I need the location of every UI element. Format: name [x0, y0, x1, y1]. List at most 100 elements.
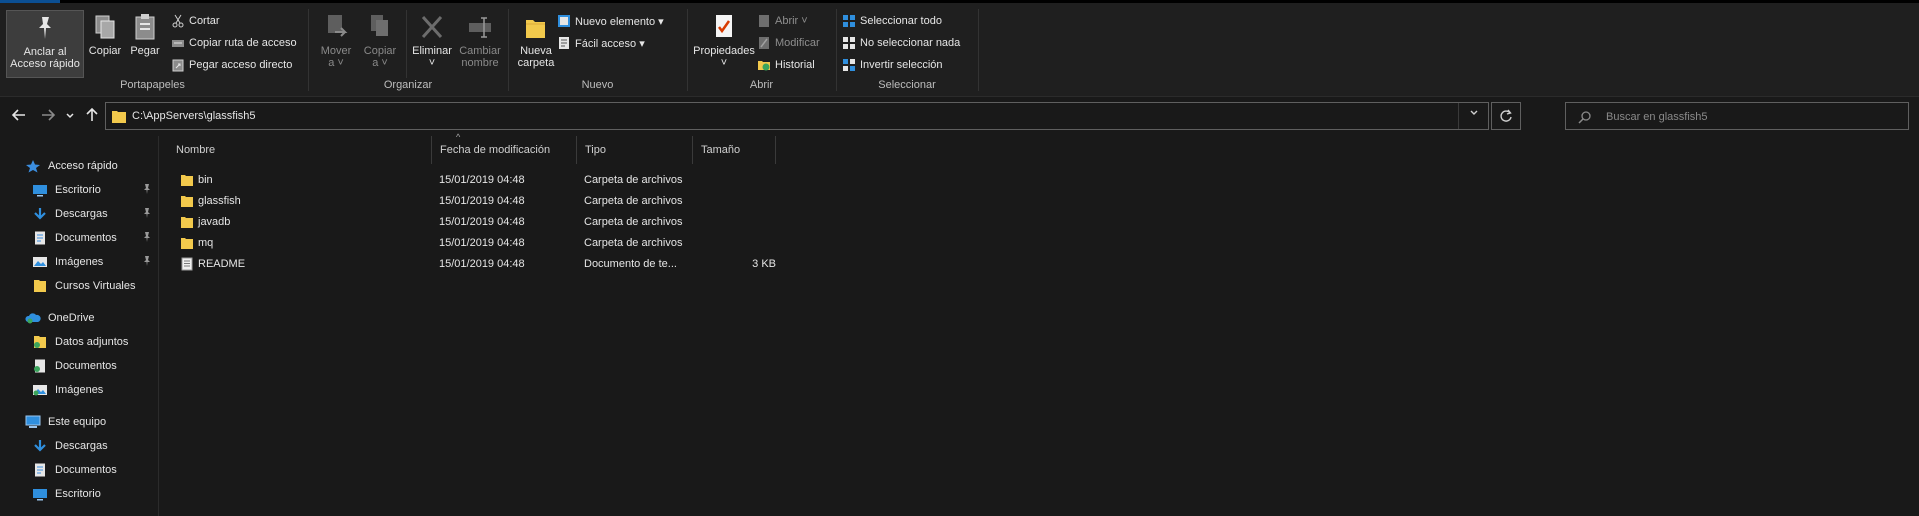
cut-button[interactable]: Cortar: [171, 12, 220, 30]
paste-shortcut-label: Pegar acceso directo: [189, 59, 293, 71]
nav-item-documentos[interactable]: Documentos: [32, 228, 117, 248]
nav-item-label: Imágenes: [55, 384, 104, 396]
nav-item-imagenes[interactable]: Imágenes: [32, 252, 103, 272]
ribbon: Anclar al Acceso rápido Copiar Pegar Cor…: [0, 3, 1919, 97]
pin-icon: [39, 17, 51, 39]
column-header-size[interactable]: Tamaño: [693, 136, 776, 164]
paste-icon: [135, 14, 155, 40]
rename-button[interactable]: Cambiar nombre: [456, 10, 504, 69]
copy-path-icon: [172, 40, 184, 47]
column-header-type[interactable]: Tipo: [577, 136, 693, 164]
group-label-nuevo: Nuevo: [581, 79, 614, 91]
chevron-down-icon: [66, 113, 74, 119]
select-none-button[interactable]: No seleccionar nada: [842, 34, 960, 52]
edit-button[interactable]: Modificar: [757, 34, 820, 52]
file-row[interactable]: bin 15/01/2019 04:48 Carpeta de archivos: [176, 170, 796, 191]
file-name: bin: [198, 174, 213, 186]
nav-item-cursos-virtuales[interactable]: Cursos Virtuales: [32, 276, 136, 296]
open-button[interactable]: Abrir ˅: [757, 12, 808, 30]
move-icon: [328, 15, 348, 37]
file-name: README: [198, 258, 246, 270]
group-label-seleccionar: Seleccionar: [878, 79, 936, 91]
group-label-abrir: Abrir: [749, 79, 774, 91]
new-folder-label-1: Nueva: [520, 45, 552, 57]
nav-quick-access[interactable]: Acceso rápido: [25, 156, 118, 176]
paste-shortcut-button[interactable]: Pegar acceso directo: [171, 56, 292, 74]
document-icon: [35, 463, 45, 477]
file-row[interactable]: javadb 15/01/2019 04:48 Carpeta de archi…: [176, 212, 796, 233]
new-folder-button[interactable]: Nueva carpeta: [514, 10, 558, 69]
refresh-button[interactable]: [1491, 102, 1521, 130]
recent-locations-button[interactable]: [64, 107, 76, 125]
separator: [308, 9, 309, 91]
file-type: Carpeta de archivos: [584, 216, 683, 228]
search-box[interactable]: Buscar en glassfish5: [1565, 102, 1909, 130]
address-bar[interactable]: C:\AppServers\glassfish5: [105, 102, 1489, 130]
file-type: Carpeta de archivos: [584, 237, 683, 249]
copy-to-button[interactable]: Copiar a ˅: [360, 10, 400, 69]
pin-icon[interactable]: [141, 183, 153, 195]
nav-item-descargas[interactable]: Descargas: [32, 204, 108, 224]
nav-item-datos-adjuntos[interactable]: Datos adjuntos: [32, 332, 128, 352]
nav-item-onedrive-imagenes[interactable]: Imágenes: [32, 380, 103, 400]
copy-label: Copiar: [88, 45, 122, 57]
rename-icon: [469, 17, 491, 38]
copy-button[interactable]: Copiar: [86, 10, 124, 57]
select-all-button[interactable]: Seleccionar todo: [842, 12, 942, 30]
pin-label-2: Acceso rápido: [10, 58, 80, 70]
invert-selection-label: Invertir selección: [860, 59, 943, 71]
new-item-label: Nuevo elemento ▾: [575, 15, 664, 28]
navigation-pane: Acceso rápido Escritorio Descargas Docum…: [0, 136, 159, 516]
arrow-left-icon: [11, 109, 25, 121]
nav-item-pc-escritorio[interactable]: Escritorio: [32, 484, 101, 504]
pin-icon[interactable]: [141, 255, 153, 267]
copy-path-button[interactable]: Copiar ruta de acceso: [171, 34, 297, 52]
document-sync-icon: [34, 359, 45, 373]
folder-icon: [34, 280, 46, 292]
easy-access-button[interactable]: Fácil acceso ▾: [557, 34, 645, 52]
nav-this-pc[interactable]: Este equipo: [25, 412, 106, 432]
folder-icon: [181, 217, 193, 228]
file-date: 15/01/2019 04:48: [439, 195, 525, 207]
invert-selection-icon: [843, 59, 855, 71]
new-item-button[interactable]: Nuevo elemento ▾: [557, 12, 664, 30]
file-name: mq: [198, 237, 214, 249]
file-row[interactable]: glassfish 15/01/2019 04:48 Carpeta de ar…: [176, 191, 796, 212]
properties-button[interactable]: Propiedades ˅: [691, 10, 757, 69]
history-button[interactable]: Historial: [757, 56, 815, 74]
delete-icon: [421, 15, 443, 39]
nav-item-label: Datos adjuntos: [55, 336, 129, 348]
nav-onedrive[interactable]: OneDrive: [25, 308, 94, 328]
separator: [406, 10, 407, 78]
copy-icon: [95, 15, 115, 39]
nav-item-pc-descargas[interactable]: Descargas: [32, 436, 108, 456]
image-sync-icon: [33, 385, 47, 396]
nav-item-escritorio[interactable]: Escritorio: [32, 180, 101, 200]
nav-item-pc-documentos[interactable]: Documentos: [32, 460, 117, 480]
address-dropdown-button[interactable]: [1458, 103, 1488, 129]
select-all-icon: [843, 15, 855, 27]
group-organizar: Mover a ˅ Copiar a ˅ Eliminar ˅ Cambiar …: [310, 6, 506, 96]
column-header-name[interactable]: Nombre: [168, 136, 432, 164]
forward-button[interactable]: [39, 107, 57, 125]
invert-selection-button[interactable]: Invertir selección: [842, 56, 943, 74]
move-to-button[interactable]: Mover a ˅: [316, 10, 356, 69]
delete-button[interactable]: Eliminar ˅: [410, 10, 454, 69]
column-header-date[interactable]: Fecha de modificación: [432, 136, 577, 164]
separator: [978, 9, 979, 91]
up-button[interactable]: [83, 107, 101, 125]
nav-this-pc-label: Este equipo: [48, 416, 107, 428]
nav-item-label: Descargas: [55, 208, 108, 220]
cut-label: Cortar: [189, 15, 220, 27]
nav-item-onedrive-documentos[interactable]: Documentos: [32, 356, 117, 376]
file-row[interactable]: README 15/01/2019 04:48 Documento de te.…: [176, 254, 796, 275]
file-row[interactable]: mq 15/01/2019 04:48 Carpeta de archivos: [176, 233, 796, 254]
properties-label-2: ˅: [720, 57, 728, 69]
pin-quick-access-button[interactable]: Anclar al Acceso rápido: [6, 10, 84, 78]
back-button[interactable]: [10, 107, 28, 125]
pin-icon[interactable]: [141, 231, 153, 243]
cloud-icon: [25, 313, 41, 324]
paste-button[interactable]: Pegar: [127, 10, 163, 57]
pin-icon[interactable]: [141, 207, 153, 219]
search-placeholder: Buscar en glassfish5: [1606, 111, 1708, 123]
